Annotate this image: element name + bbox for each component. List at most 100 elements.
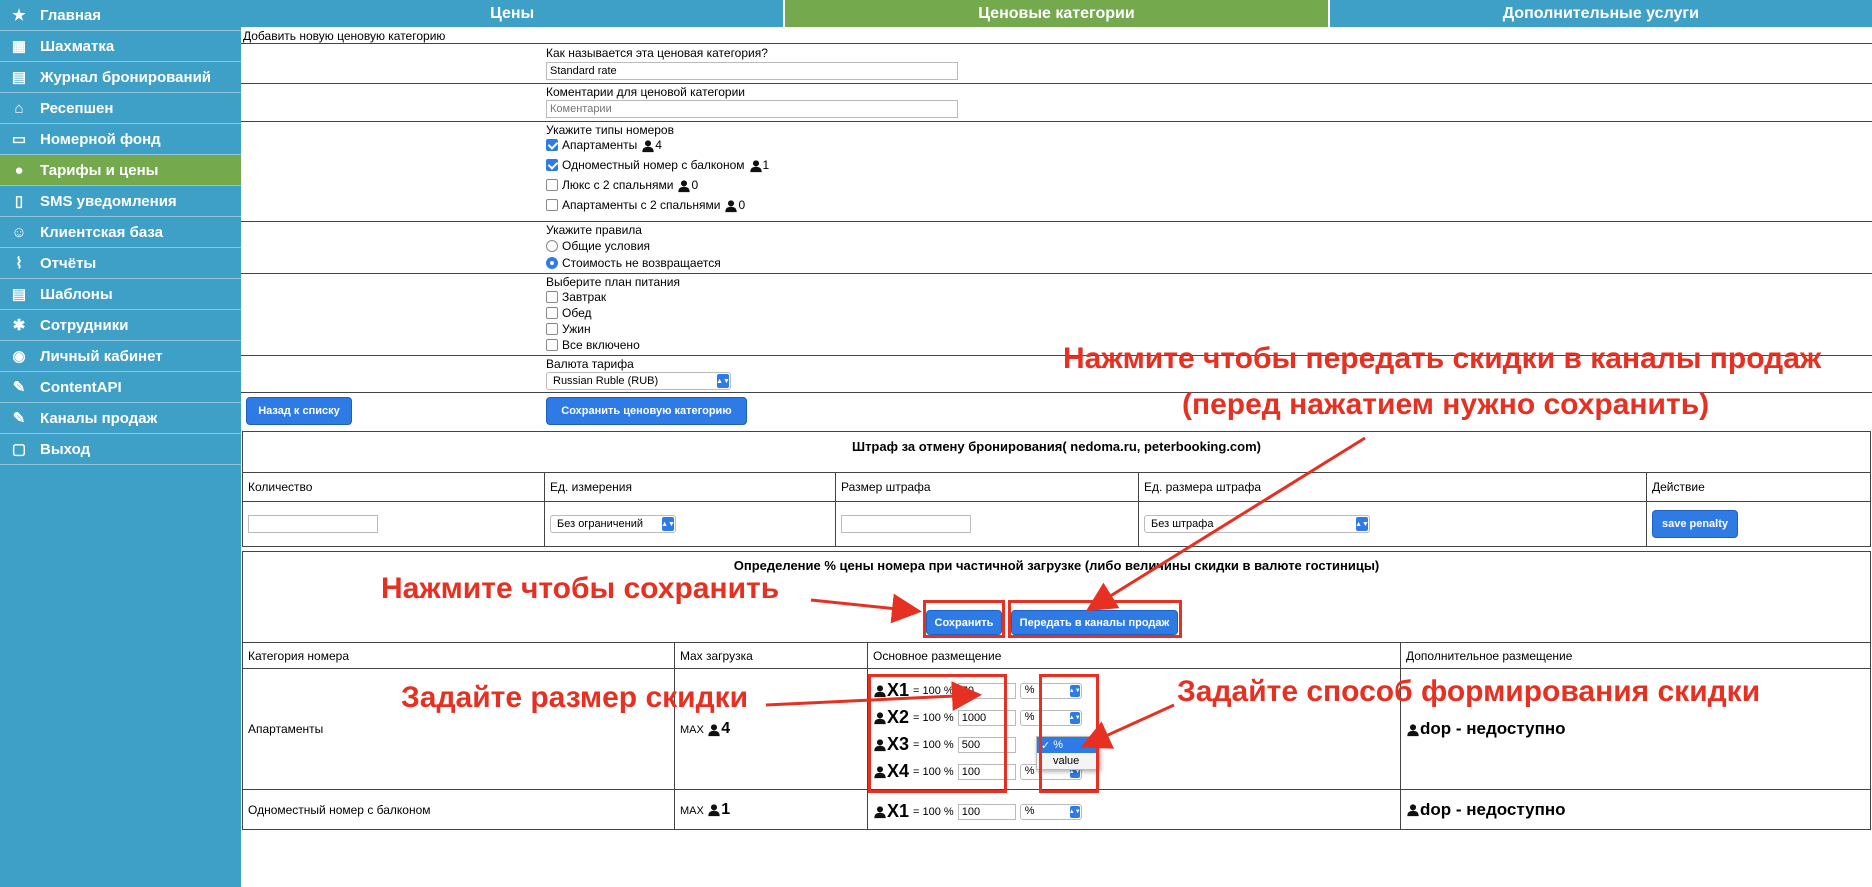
radio[interactable]	[546, 240, 558, 252]
book-icon: ▤	[11, 69, 27, 86]
api-icon: ✎	[12, 379, 26, 396]
checkbox[interactable]	[546, 159, 558, 172]
extra-value: dop - недоступно	[1420, 799, 1566, 819]
checkbox[interactable]	[546, 323, 558, 335]
penalty-quantity-input[interactable]	[248, 515, 378, 533]
client-icon: ☺	[11, 223, 27, 241]
room-type-count: 4	[655, 138, 662, 153]
sidebar-item[interactable]: ▤ Шаблоны	[0, 279, 241, 310]
occupancy-line: X1= 100 %% ▲▼	[873, 798, 1395, 825]
room-type-option[interactable]: Люкс с 2 спальнями 0	[546, 178, 698, 193]
meal-label: Завтрак	[562, 290, 607, 304]
max-value: 4	[721, 720, 731, 737]
person-icon	[1406, 719, 1420, 738]
radio[interactable]	[546, 257, 558, 269]
room-type-label: Апартаменты с 2 спальнями	[562, 198, 721, 213]
tab-prices[interactable]: Цены	[241, 0, 786, 27]
sidebar-item-label: Номерной фонд	[40, 130, 161, 148]
sidebar-item[interactable]: ✎ ContentAPI	[0, 372, 241, 403]
exit-icon: ▢	[11, 441, 27, 458]
sidebar-item[interactable]: ▦ Шахматка	[0, 31, 241, 62]
room-type-option[interactable]: Апартаменты с 2 спальнями 0	[546, 198, 745, 213]
meal-option[interactable]: Завтрак	[546, 290, 606, 304]
room-type-label: Люкс с 2 спальнями	[562, 178, 674, 193]
discount-type-value: %	[1024, 764, 1035, 777]
checkbox[interactable]	[546, 179, 558, 192]
meal-label: Обед	[562, 306, 592, 320]
save-penalty-button[interactable]: save penalty	[1652, 510, 1738, 538]
checkbox[interactable]	[546, 339, 558, 351]
extra-value: dop - недоступно	[1420, 719, 1566, 738]
meal-option[interactable]: Ужин	[546, 322, 591, 336]
meal-option[interactable]: Все включено	[546, 338, 640, 352]
rule-option[interactable]: Стоимость не возвращается	[546, 256, 721, 270]
room-type-count: 1	[762, 158, 770, 173]
person-icon	[873, 804, 887, 819]
sidebar-item-label: SMS уведомления	[40, 192, 177, 210]
person-icon	[707, 722, 721, 736]
sidebar-item-label: Сотрудники	[40, 316, 129, 334]
name-label: Как называется эта ценовая категория?	[546, 46, 768, 60]
occupancy-header: Основное размещение	[867, 642, 1401, 669]
form-heading: Добавить новую ценовую категорию	[243, 29, 446, 43]
penalty-header: Ед. размера штрафа	[1138, 472, 1647, 502]
sidebar-item[interactable]: ☺ Клиентская база	[0, 217, 241, 248]
sidebar-item-label: Журнал бронирований	[40, 68, 212, 86]
checkbox[interactable]	[546, 307, 558, 319]
sidebar-item[interactable]: ▭ Номерной фонд	[0, 124, 241, 155]
penalty-size-unit-select[interactable]: Без штрафа ▲▼	[1144, 515, 1370, 533]
person-icon	[1406, 800, 1420, 819]
room-type-option[interactable]: Апартаменты 4	[546, 138, 662, 153]
occupancy-header: Категория номера	[242, 642, 675, 669]
rules-label: Укажите правила	[546, 223, 642, 237]
person-icon	[641, 138, 655, 153]
penalty-size-unit-value: Без штрафа	[1151, 518, 1214, 530]
sidebar-item[interactable]: ⌇ Отчёты	[0, 248, 241, 279]
penalty-table: Штраф за отмену бронирования( nedoma.ru,…	[242, 431, 1871, 547]
checkbox[interactable]	[546, 199, 558, 212]
sidebar-item[interactable]: ▯ SMS уведомления	[0, 186, 241, 217]
discount-type-value: %	[1024, 683, 1035, 696]
sidebar-item[interactable]: ✱ Сотрудники	[0, 310, 241, 341]
tab-price-categories[interactable]: Ценовые категории	[785, 0, 1330, 27]
money-bag-icon: ●	[14, 161, 24, 179]
penalty-header: Ед. измерения	[544, 472, 836, 502]
penalty-unit-select[interactable]: Без ограничений ▲▼	[550, 515, 676, 533]
annotation-channels-2: (перед нажатием нужно сохранить)	[1182, 388, 1710, 421]
currency-select[interactable]: Russian Ruble (RUB) ▲▼	[546, 372, 731, 390]
sidebar-item[interactable]: ⌂ Ресепшен	[0, 93, 241, 124]
room-type-label: Одноместный номер с балконом	[562, 158, 745, 173]
gear-icon: ✱	[12, 317, 26, 334]
tab-extra-services[interactable]: Дополнительные услуги	[1329, 0, 1872, 27]
penalty-size-input[interactable]	[841, 515, 971, 533]
save-category-button[interactable]: Сохранить ценовую категорию	[546, 397, 747, 425]
sidebar-item[interactable]: ● Тарифы и цены	[0, 155, 241, 186]
sidebar: ★ Главная ▦ Шахматка ▤ Журнал бронирований ⌂ Ре…	[0, 0, 241, 887]
room-type-option[interactable]: Одноместный номер с балконом 1	[546, 158, 769, 173]
sidebar-item-label: Выход	[40, 440, 91, 458]
sidebar-item[interactable]: ★ Главная	[0, 0, 241, 31]
sidebar-item-label: Шаблоны	[40, 285, 113, 303]
select-arrow-icon: ▲▼	[1355, 517, 1369, 531]
max-cell: MAX 1	[674, 789, 868, 830]
sidebar-item[interactable]: ▤ Журнал бронирований	[0, 62, 241, 93]
sidebar-item[interactable]: ✎ Каналы продаж	[0, 403, 241, 434]
discount-value-input[interactable]	[957, 803, 1016, 820]
tab-bar: Цены Ценовые категории Дополнительные ус…	[241, 0, 1872, 27]
sidebar-item[interactable]: ◉ Личный кабинет	[0, 341, 241, 372]
checkbox[interactable]	[546, 291, 558, 303]
eq-label: = 100 %	[913, 805, 954, 818]
checkbox[interactable]	[546, 139, 558, 152]
back-to-list-button[interactable]: Назад к списку	[246, 397, 352, 425]
name-input[interactable]	[546, 62, 958, 80]
comment-label: Коментарии для ценовой категории	[546, 85, 745, 99]
rule-option[interactable]: Общие условия	[546, 239, 650, 253]
sidebar-item-label: Каналы продаж	[40, 409, 158, 427]
meal-option[interactable]: Обед	[546, 306, 591, 320]
occupancy-header: Дополнительное размещение	[1400, 642, 1871, 669]
discount-type-select[interactable]: % ▲▼	[1019, 803, 1082, 820]
highlight-box	[1039, 674, 1099, 793]
sidebar-item[interactable]: ▢ Выход	[0, 434, 241, 465]
comment-input[interactable]	[546, 100, 958, 118]
channels-icon: ✎	[12, 410, 26, 427]
